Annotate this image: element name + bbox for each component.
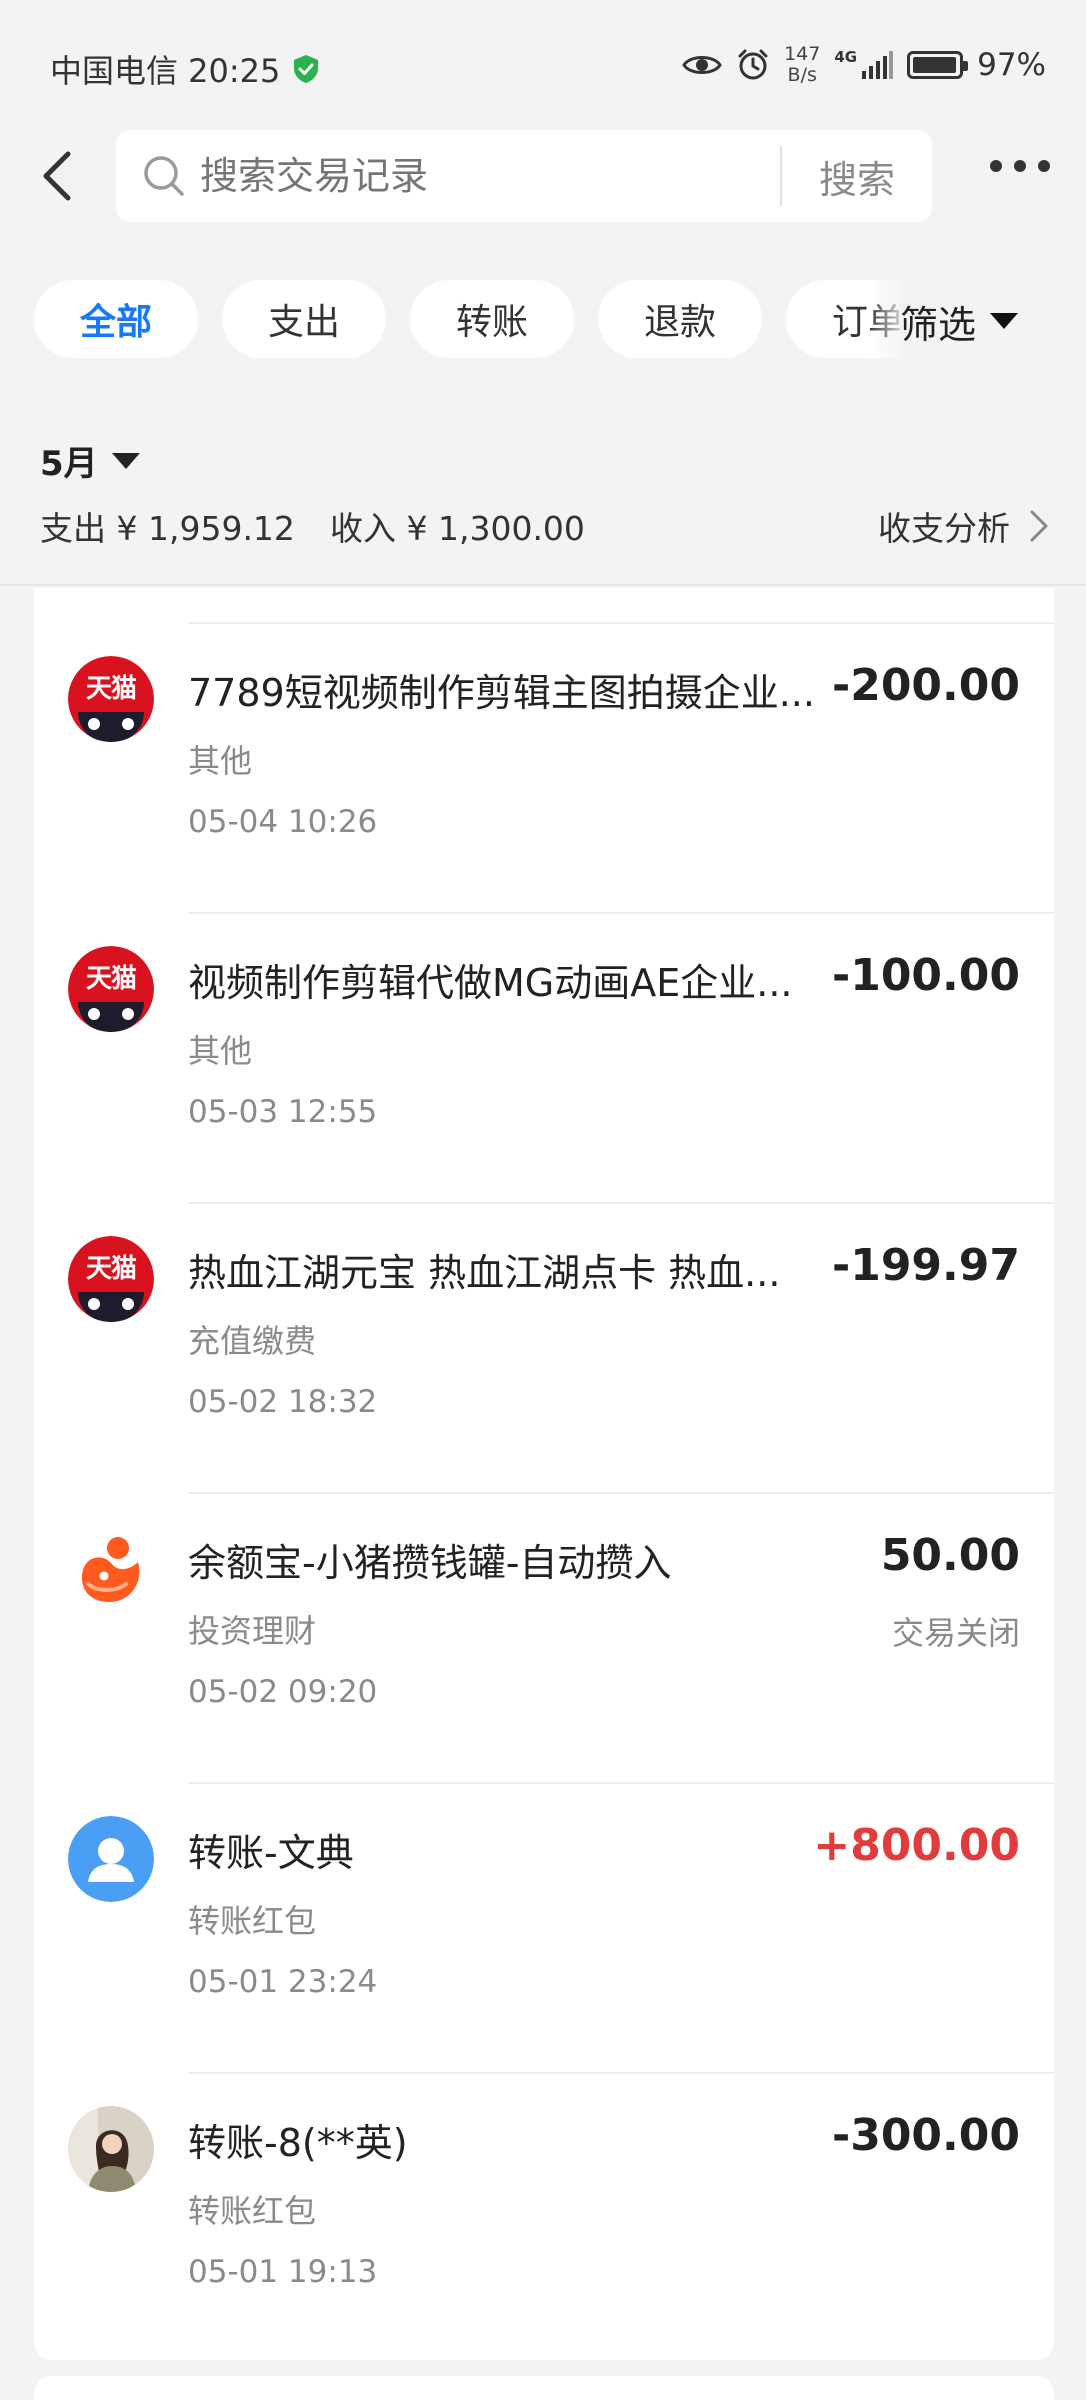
search-icon bbox=[144, 156, 184, 196]
expense-total: 支出 ¥ 1,959.12 bbox=[40, 509, 295, 548]
dot-icon bbox=[990, 160, 1002, 172]
transaction-title: 余额宝-小猪攒钱罐-自动攒入 bbox=[188, 1541, 672, 1585]
transaction-row[interactable]: 转账-8(**英) 转账红包 05-01 19:13 -300.00 bbox=[34, 2074, 1054, 2364]
transaction-amount: +800.00 bbox=[813, 1820, 1020, 1871]
transaction-time: 05-03 12:55 bbox=[188, 1094, 378, 1130]
transaction-row[interactable]: 余额宝-小猪攒钱罐-自动攒入 投资理财 05-02 09:20 50.00 交易… bbox=[34, 1494, 1054, 1784]
network-speed: 147 B/s bbox=[784, 43, 821, 86]
photo-avatar bbox=[68, 2106, 154, 2192]
transaction-time: 05-04 10:26 bbox=[188, 804, 378, 840]
month-label: 5月 bbox=[40, 444, 98, 484]
income-total: 收入 ¥ 1,300.00 bbox=[330, 509, 585, 548]
transaction-category: 转账红包 bbox=[188, 2192, 317, 2230]
transaction-list: 天猫 7789短视频制作剪辑主图拍摄企业... 其他 05-04 10:26 -… bbox=[34, 588, 1054, 2360]
transaction-category: 充值缴费 bbox=[188, 1322, 317, 1360]
battery-percent: 97% bbox=[977, 47, 1046, 83]
chip-expense[interactable]: 支出 bbox=[222, 280, 386, 358]
transaction-category: 其他 bbox=[188, 742, 253, 780]
carrier-time: 中国电信 20:25 bbox=[50, 52, 281, 90]
filter-chips: 全部 支出 转账 退款 订单 筛选 bbox=[0, 280, 1086, 362]
transaction-category: 转账红包 bbox=[188, 1902, 317, 1940]
transaction-time: 05-01 19:13 bbox=[188, 2254, 378, 2290]
tmall-icon: 天猫 bbox=[68, 1236, 154, 1322]
month-selector[interactable]: 5月 bbox=[40, 436, 140, 485]
analysis-link[interactable]: 收支分析 bbox=[878, 502, 1050, 550]
transaction-title: 视频制作剪辑代做MG动画AE企业... bbox=[188, 961, 793, 1005]
chip-transfer[interactable]: 转账 bbox=[410, 280, 574, 358]
back-arrow-icon[interactable] bbox=[30, 144, 90, 208]
alarm-icon bbox=[738, 49, 768, 80]
chip-all[interactable]: 全部 bbox=[34, 280, 198, 358]
tmall-icon: 天猫 bbox=[68, 946, 154, 1032]
transaction-category: 投资理财 bbox=[188, 1612, 317, 1650]
top-bar: 搜索 bbox=[0, 130, 1086, 222]
transaction-amount: -300.00 bbox=[831, 2110, 1020, 2161]
yuebao-icon bbox=[68, 1526, 154, 1612]
search-bar[interactable]: 搜索 bbox=[116, 130, 932, 222]
transaction-title: 7789短视频制作剪辑主图拍摄企业... bbox=[188, 671, 815, 715]
transaction-title: 转账-8(**英) bbox=[188, 2121, 408, 2165]
filter-button[interactable]: 筛选 bbox=[900, 280, 1086, 362]
search-input[interactable] bbox=[200, 154, 780, 198]
header-divider bbox=[0, 584, 1086, 586]
more-options-button[interactable] bbox=[990, 160, 1050, 172]
transaction-row[interactable]: 天猫 7789短视频制作剪辑主图拍摄企业... 其他 05-04 10:26 -… bbox=[34, 624, 1054, 914]
search-button[interactable]: 搜索 bbox=[782, 149, 932, 204]
tmall-icon: 天猫 bbox=[68, 656, 154, 742]
dot-icon bbox=[1014, 160, 1026, 172]
dot-icon bbox=[1038, 160, 1050, 172]
transaction-status: 交易关闭 bbox=[891, 1614, 1020, 1652]
filter-label: 筛选 bbox=[900, 302, 977, 347]
triangle-down-icon bbox=[111, 452, 140, 469]
chip-refund[interactable]: 退款 bbox=[598, 280, 762, 358]
transaction-category: 其他 bbox=[188, 1032, 253, 1070]
next-card-edge bbox=[34, 2376, 1054, 2400]
chevron-right-icon bbox=[1030, 510, 1048, 542]
triangle-down-icon bbox=[990, 313, 1019, 329]
transaction-title: 热血江湖元宝 热血江湖点卡 热血... bbox=[188, 1251, 781, 1295]
transaction-row[interactable]: 转账-文典 转账红包 05-01 23:24 +800.00 bbox=[34, 1784, 1054, 2074]
transaction-row[interactable]: 天猫 热血江湖元宝 热血江湖点卡 热血... 充值缴费 05-02 18:32 … bbox=[34, 1204, 1054, 1494]
transaction-amount: -200.00 bbox=[831, 660, 1020, 711]
signal-icon bbox=[862, 51, 894, 79]
transaction-title: 转账-文典 bbox=[188, 1831, 354, 1875]
transaction-amount: -100.00 bbox=[831, 950, 1020, 1001]
user-avatar-icon bbox=[68, 1816, 154, 1902]
transaction-time: 05-02 18:32 bbox=[188, 1384, 378, 1420]
status-bar: 中国电信 20:25 147 B/s 4G 97% bbox=[0, 0, 1086, 130]
network-type: 4G bbox=[834, 48, 858, 66]
battery-icon bbox=[907, 51, 969, 79]
transaction-row[interactable]: 天猫 视频制作剪辑代做MG动画AE企业... 其他 05-03 12:55 -1… bbox=[34, 914, 1054, 1204]
transaction-time: 05-02 09:20 bbox=[188, 1674, 378, 1710]
eye-icon bbox=[682, 56, 722, 74]
shield-check-icon bbox=[294, 55, 319, 83]
transaction-amount: 50.00 bbox=[880, 1530, 1020, 1581]
analysis-label: 收支分析 bbox=[878, 509, 1010, 548]
transaction-time: 05-01 23:24 bbox=[188, 1964, 378, 2000]
transaction-amount: -199.97 bbox=[831, 1240, 1020, 1291]
